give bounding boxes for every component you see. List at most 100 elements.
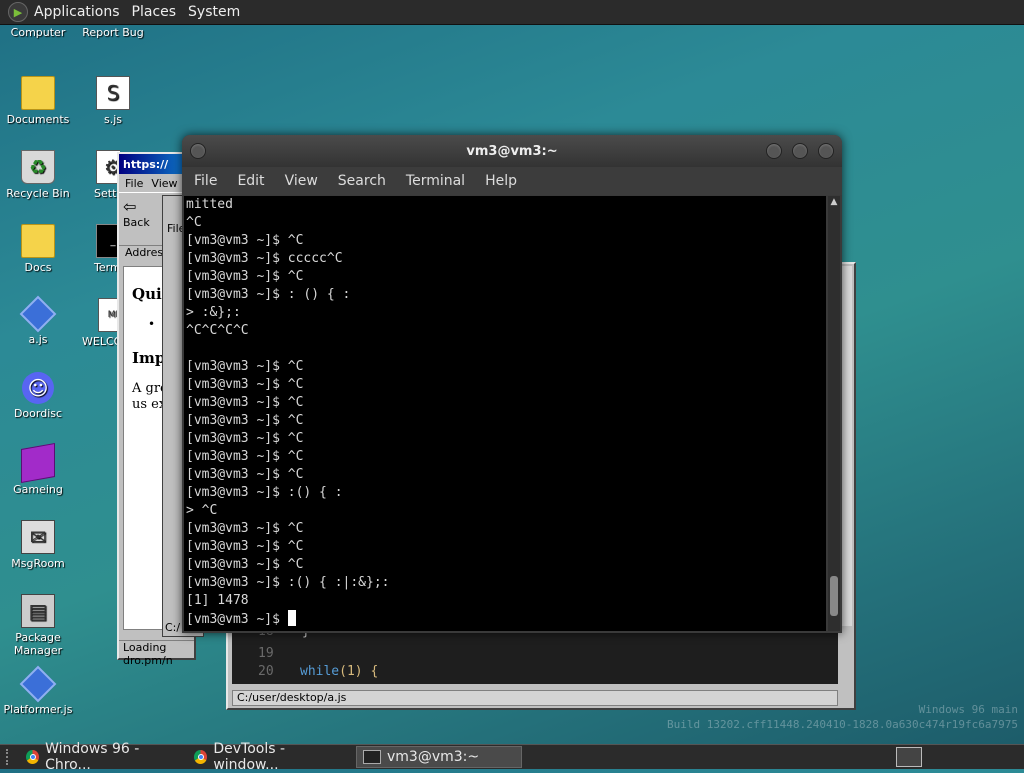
desktop-icon-label: Term <box>94 261 120 274</box>
places-menu[interactable]: Places <box>132 4 177 20</box>
terminal-menu-view[interactable]: View <box>285 173 318 189</box>
desktop-icon-a-js[interactable]: a.js <box>1 295 75 346</box>
desktop-icon-welcome[interactable]: MD WELCO <box>76 298 120 348</box>
terminal-menu-help[interactable]: Help <box>485 173 517 189</box>
terminal-menu-terminal[interactable]: Terminal <box>406 173 465 189</box>
desktop-icon-label: Documents <box>6 113 70 126</box>
desktop-icon-label: a.js <box>28 333 48 346</box>
taskbar-item-label: DevTools - window... <box>213 741 286 773</box>
terminal-line: [vm3@vm3 ~]$ ^C <box>186 233 304 248</box>
desktop-icon-label: Recycle Bin <box>6 187 70 200</box>
desktop-icon-s-js[interactable]: S s.js <box>76 76 150 126</box>
desktop-icon-settings[interactable]: ⚙ Setti <box>76 150 120 200</box>
file-window-path: C:/ <box>165 621 181 634</box>
terminal-line: [vm3@vm3 ~]$ ^C <box>186 521 304 536</box>
terminal-line: [vm3@vm3 ~]$ ccccc^C <box>186 251 343 266</box>
terminal-line: ^C^C^C^C <box>186 323 249 338</box>
desktop-icon-terminal[interactable]: _ Term <box>76 224 120 274</box>
terminal-title: vm3@vm3:~ <box>466 143 558 159</box>
terminal-icon <box>363 750 381 764</box>
terminal-line: [vm3@vm3 ~]$ ^C <box>186 377 304 392</box>
browser-menu-view[interactable]: View <box>151 177 177 190</box>
maximize-icon[interactable] <box>792 143 808 159</box>
desktop-icon-msgroom[interactable]: ✉ MsgRoom <box>1 520 75 570</box>
terminal-line: [vm3@vm3 ~]$ ^C <box>186 449 304 464</box>
terminal-line: [vm3@vm3 ~]$ :() { :|:&};: <box>186 575 390 590</box>
desktop-icon-computer[interactable]: Computer <box>1 26 75 39</box>
terminal-prompt-line[interactable]: [vm3@vm3 ~]$ <box>186 610 826 628</box>
folder-icon <box>21 76 55 110</box>
discord-icon: ☺ <box>22 372 54 404</box>
desktop-icon-package-manager[interactable]: ▤ Package Manager <box>1 594 75 657</box>
minimize-icon[interactable] <box>766 143 782 159</box>
terminal-menu-edit[interactable]: Edit <box>237 173 264 189</box>
desktop-icon-gameing[interactable]: Gameing <box>1 443 75 496</box>
code-area[interactable]: 18 } 19 20 while(1) { <box>232 624 838 684</box>
window-menu-icon[interactable] <box>190 143 206 159</box>
desktop-icon-platformer-js[interactable]: Platformer.js <box>1 665 75 716</box>
terminal-window[interactable]: vm3@vm3:~ File Edit View Search Terminal… <box>182 135 842 633</box>
terminal-line: > :&};: <box>186 305 241 320</box>
applications-label: Applications <box>34 4 120 20</box>
browser-status: Loading dro.pm/n <box>119 640 194 667</box>
taskbar-item-chrome[interactable]: Windows 96 - Chro... <box>20 741 186 773</box>
taskbar-item-terminal[interactable]: vm3@vm3:~ <box>356 746 522 768</box>
top-panel: ▶ Applications Places System <box>0 0 1024 25</box>
desktop-icon-label: MsgRoom <box>11 557 65 570</box>
gnome-foot-icon: ▶ <box>8 2 28 22</box>
taskbar-item-devtools[interactable]: DevTools - window... <box>188 741 354 773</box>
package-icon: ▤ <box>21 594 55 628</box>
taskbar-item-label: Windows 96 - Chro... <box>45 741 140 773</box>
desktop-icon-documents[interactable]: Documents <box>1 76 75 126</box>
terminal-menu-search[interactable]: Search <box>338 173 386 189</box>
terminal-line: [vm3@vm3 ~]$ ^C <box>186 269 304 284</box>
text-cursor <box>287 610 296 626</box>
terminal-line: > ^C <box>186 503 218 518</box>
bottom-taskbar: Windows 96 - Chro... DevTools - window..… <box>0 741 1024 773</box>
terminal-prompt: [vm3@vm3 ~]$ <box>186 612 288 627</box>
desktop-icon-label: Docs <box>24 261 52 274</box>
terminal-line: [vm3@vm3 ~]$ : () { : <box>186 287 351 302</box>
build-watermark: Windows 96 main Build 13202.cff11448.240… <box>667 703 1018 731</box>
script-file-icon: S <box>96 76 130 110</box>
desktop-icon-label: WELCO <box>82 335 120 348</box>
desktop-icon-label: Platformer.js <box>3 703 73 716</box>
terminal-line: [vm3@vm3 ~]$ ^C <box>186 413 304 428</box>
desktop-icon-report-bug[interactable]: Report Bug <box>76 26 150 39</box>
scroll-up-arrow-icon[interactable]: ▲ <box>828 196 840 208</box>
workspace-switcher[interactable] <box>896 747 922 767</box>
desktop-icon-docs[interactable]: Docs <box>1 224 75 274</box>
desktop-icon-label: s.js <box>103 113 122 126</box>
terminal-menubar: File Edit View Search Terminal Help <box>182 167 842 195</box>
terminal-line: [vm3@vm3 ~]$ ^C <box>186 431 304 446</box>
terminal-output[interactable]: mitted ^C [vm3@vm3 ~]$ ^C [vm3@vm3 ~]$ c… <box>184 196 826 631</box>
message-icon: ✉ <box>21 520 55 554</box>
applications-menu[interactable]: ▶ Applications <box>8 2 120 22</box>
taskbar-item-label: vm3@vm3:~ <box>387 749 480 765</box>
desktop-icon-label: Computer <box>10 26 66 39</box>
system-menu[interactable]: System <box>188 4 240 20</box>
terminal-line: [vm3@vm3 ~]$ :() { : <box>186 485 343 500</box>
desktop-icon-label: Package Manager <box>13 631 63 657</box>
taskbar-handle[interactable] <box>6 749 14 765</box>
terminal-scrollbar[interactable]: ▲ <box>828 196 840 631</box>
chrome-icon <box>194 750 208 764</box>
desktop-icon-doordisc[interactable]: ☺ Doordisc <box>1 372 75 420</box>
line-number: 20 <box>258 664 274 679</box>
desktop-icon-recycle-bin[interactable]: ♻ Recycle Bin <box>1 150 75 200</box>
terminal-line: [vm3@vm3 ~]$ ^C <box>186 359 304 374</box>
diamond-icon <box>19 665 57 703</box>
terminal-titlebar[interactable]: vm3@vm3:~ <box>182 135 842 167</box>
terminal-line: [vm3@vm3 ~]$ ^C <box>186 539 304 554</box>
browser-menu-file[interactable]: File <box>125 177 143 190</box>
code-text: while(1) { <box>300 664 379 679</box>
desktop-icon-label: Report Bug <box>82 26 144 39</box>
recycle-bin-icon: ♻ <box>21 150 55 184</box>
desktop-icon-label: Doordisc <box>13 407 63 420</box>
scrollbar-thumb[interactable] <box>830 576 838 616</box>
terminal-menu-file[interactable]: File <box>194 173 217 189</box>
terminal-line: [vm3@vm3 ~]$ ^C <box>186 557 304 572</box>
close-icon[interactable] <box>818 143 834 159</box>
chrome-icon <box>26 750 40 764</box>
